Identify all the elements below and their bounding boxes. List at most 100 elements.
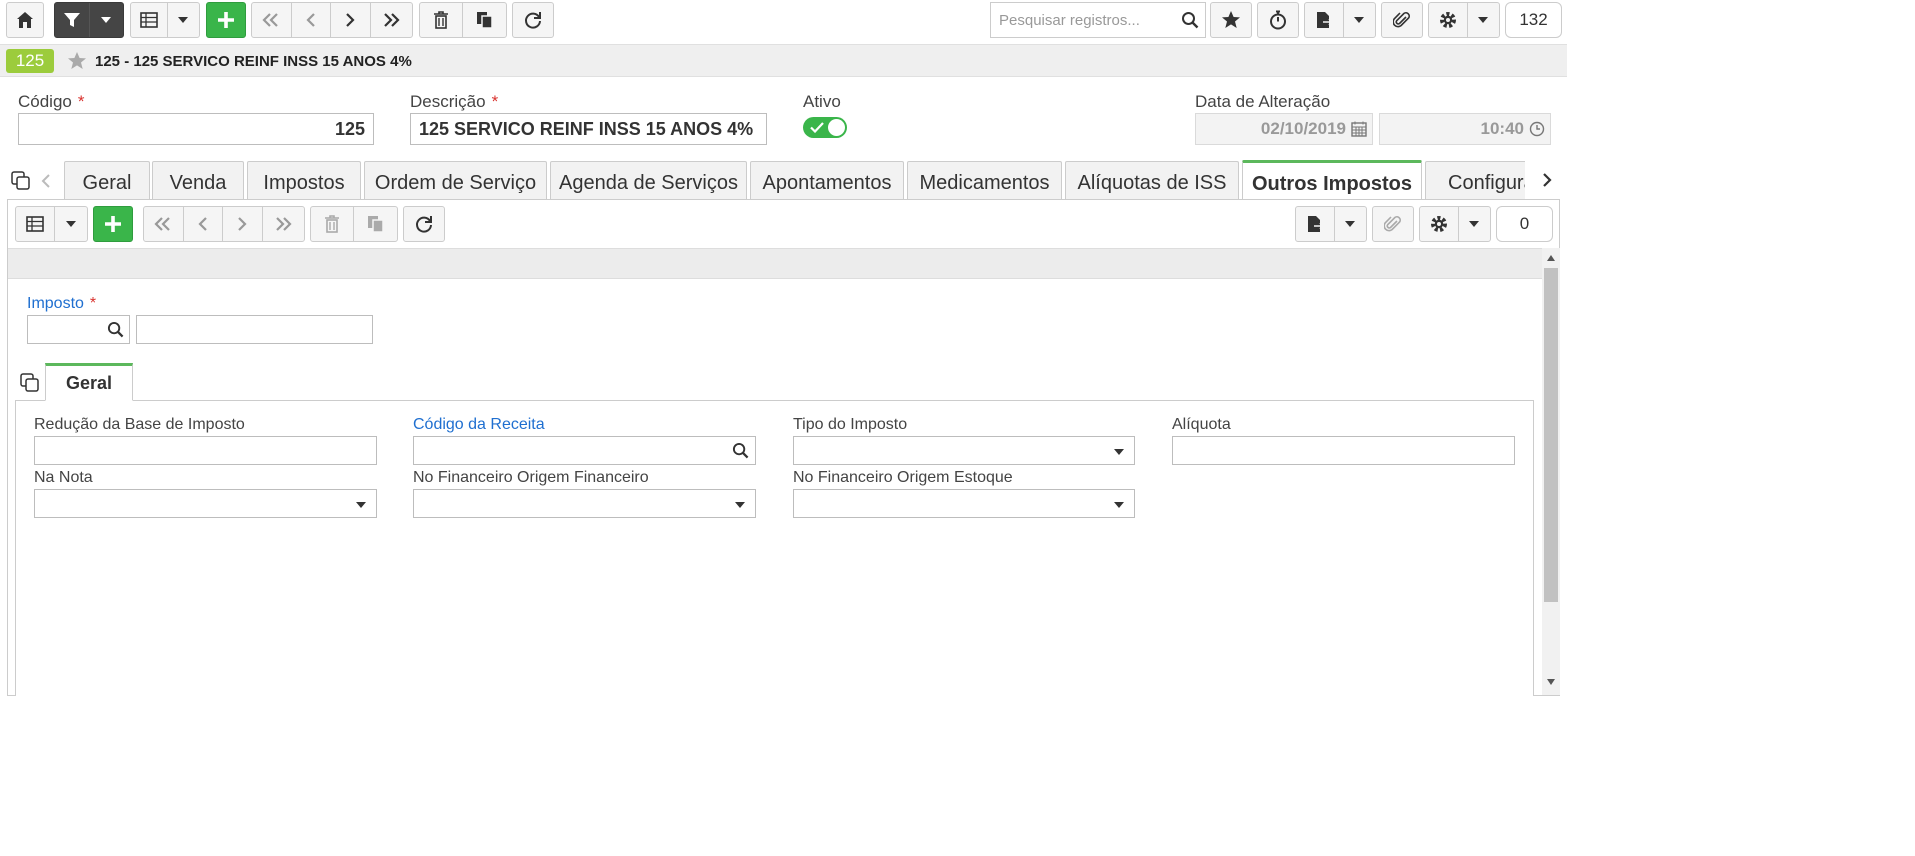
imposto-description-field[interactable] bbox=[136, 315, 373, 344]
sub-last-record-button[interactable] bbox=[263, 207, 304, 241]
codigo-receita-label: Código da Receita bbox=[413, 416, 545, 433]
chevron-down-icon bbox=[735, 502, 745, 508]
sub-refresh-button[interactable] bbox=[403, 206, 445, 242]
na-nota-select[interactable] bbox=[34, 489, 377, 518]
imposto-code-field[interactable] bbox=[27, 315, 130, 344]
gear-icon bbox=[1430, 216, 1447, 232]
codigo-field[interactable]: 125 bbox=[18, 113, 374, 145]
home-icon bbox=[17, 12, 33, 28]
data-alteracao-field: 02/10/2019 bbox=[1195, 113, 1373, 145]
sub-settings-button[interactable] bbox=[1420, 207, 1459, 241]
record-actions-group bbox=[419, 2, 507, 38]
sub-delete-button[interactable] bbox=[311, 207, 355, 241]
home-button[interactable] bbox=[6, 2, 44, 38]
tipo-imposto-label: Tipo do Imposto bbox=[793, 416, 908, 433]
tab-geral[interactable]: Geral bbox=[64, 161, 150, 200]
tab-venda[interactable]: Venda bbox=[152, 161, 244, 200]
tab-agenda-de-servicos[interactable]: Agenda de Serviços bbox=[550, 161, 747, 200]
filter-dropdown-button[interactable] bbox=[90, 3, 123, 37]
attachments-button[interactable] bbox=[1381, 2, 1423, 38]
table-icon bbox=[140, 12, 158, 28]
scrollbar-thumb[interactable] bbox=[1544, 268, 1558, 602]
codigo-value: 125 bbox=[334, 118, 365, 139]
sub-next-record-button[interactable] bbox=[223, 207, 263, 241]
reducao-field[interactable] bbox=[34, 436, 377, 465]
scroll-down-icon[interactable] bbox=[1546, 678, 1556, 686]
sub-record-count-bubble: 0 bbox=[1496, 206, 1553, 242]
refresh-button[interactable] bbox=[512, 2, 554, 38]
descricao-field[interactable]: 125 SERVICO REINF INSS 15 ANOS 4% bbox=[410, 113, 767, 145]
record-count-bubble: 132 bbox=[1505, 2, 1562, 38]
first-record-button[interactable] bbox=[252, 3, 292, 37]
last-record-button[interactable] bbox=[371, 3, 412, 37]
settings-button[interactable] bbox=[1429, 3, 1468, 37]
settings-group bbox=[1428, 2, 1500, 38]
export-button[interactable] bbox=[1305, 3, 1344, 37]
hora-alteracao-value: 10:40 bbox=[1480, 119, 1524, 138]
previous-record-button[interactable] bbox=[292, 3, 332, 37]
tab-configuracoes[interactable]: Configurações bbox=[1425, 161, 1525, 200]
codigo-receita-field[interactable] bbox=[413, 436, 756, 465]
sub-export-button[interactable] bbox=[1296, 207, 1335, 241]
chevron-down-icon bbox=[101, 17, 112, 23]
search-icon[interactable] bbox=[107, 321, 124, 338]
subtab-geral[interactable]: Geral bbox=[45, 363, 133, 401]
sub-grid-view-dropdown-button[interactable] bbox=[55, 207, 87, 241]
tab-ordem-de-servico[interactable]: Ordem de Serviço bbox=[364, 161, 547, 200]
toggle-knob bbox=[828, 119, 845, 136]
sub-previous-record-button[interactable] bbox=[184, 207, 224, 241]
aliquota-field[interactable] bbox=[1172, 436, 1515, 465]
sub-first-record-button[interactable] bbox=[144, 207, 184, 241]
chevron-down-icon bbox=[1478, 17, 1489, 23]
fin-origem-fin-select[interactable] bbox=[413, 489, 756, 518]
record-id-badge: 125 bbox=[6, 49, 54, 73]
tipo-imposto-select[interactable] bbox=[793, 436, 1135, 465]
grid-view-dropdown-button[interactable] bbox=[168, 3, 199, 37]
sub-settings-group bbox=[1419, 206, 1491, 242]
chevron-left-icon bbox=[198, 217, 207, 231]
fin-origem-est-label: No Financeiro Origem Estoque bbox=[793, 469, 1013, 486]
tabs-scroll-right-icon[interactable] bbox=[1541, 172, 1553, 188]
data-alteracao-value: 02/10/2019 bbox=[1260, 119, 1346, 138]
copy-button[interactable] bbox=[463, 3, 506, 37]
double-chevron-right-icon bbox=[384, 13, 400, 27]
fin-origem-est-select[interactable] bbox=[793, 489, 1135, 518]
grid-header-strip bbox=[8, 248, 1542, 279]
clone-tabs-icon[interactable] bbox=[11, 171, 31, 191]
filter-group bbox=[54, 2, 124, 38]
sub-settings-dropdown-button[interactable] bbox=[1459, 207, 1490, 241]
search-input[interactable]: Pesquisar registros... bbox=[990, 2, 1206, 38]
add-button[interactable] bbox=[206, 2, 246, 38]
tab-impostos[interactable]: Impostos bbox=[247, 161, 361, 200]
chevron-down-icon bbox=[65, 221, 76, 227]
tab-medicamentos[interactable]: Medicamentos bbox=[907, 161, 1062, 200]
scroll-up-icon[interactable] bbox=[1546, 254, 1556, 262]
timer-button[interactable] bbox=[1257, 2, 1299, 38]
tab-aliquotas-de-iss[interactable]: Alíquotas de ISS bbox=[1065, 161, 1239, 200]
settings-dropdown-button[interactable] bbox=[1468, 3, 1499, 37]
chevron-left-icon bbox=[306, 13, 315, 27]
tab-apontamentos[interactable]: Apontamentos bbox=[750, 161, 904, 200]
record-id: 125 bbox=[15, 51, 45, 70]
export-dropdown-button[interactable] bbox=[1344, 3, 1375, 37]
check-icon bbox=[810, 122, 824, 133]
sub-grid-view-button[interactable] bbox=[16, 207, 55, 241]
sub-add-button[interactable] bbox=[93, 206, 133, 242]
next-record-button[interactable] bbox=[331, 3, 371, 37]
grid-view-button[interactable] bbox=[131, 3, 168, 37]
ativo-toggle[interactable] bbox=[803, 117, 847, 138]
search-icon[interactable] bbox=[1181, 11, 1199, 29]
sub-attachments-button[interactable] bbox=[1372, 206, 1414, 242]
search-icon[interactable] bbox=[732, 442, 749, 459]
clone-subtabs-icon[interactable] bbox=[20, 373, 40, 393]
chevron-down-icon bbox=[1469, 221, 1480, 227]
delete-button[interactable] bbox=[420, 3, 464, 37]
sub-copy-button[interactable] bbox=[354, 207, 397, 241]
favorite-star-icon[interactable] bbox=[67, 51, 87, 71]
filter-button[interactable] bbox=[55, 3, 90, 37]
vertical-scrollbar[interactable] bbox=[1542, 248, 1560, 695]
tab-outros-impostos[interactable]: Outros Impostos bbox=[1242, 160, 1422, 200]
tabs-scroll-left-icon[interactable] bbox=[40, 173, 52, 189]
favorites-button[interactable] bbox=[1210, 2, 1252, 38]
sub-export-dropdown-button[interactable] bbox=[1335, 207, 1366, 241]
